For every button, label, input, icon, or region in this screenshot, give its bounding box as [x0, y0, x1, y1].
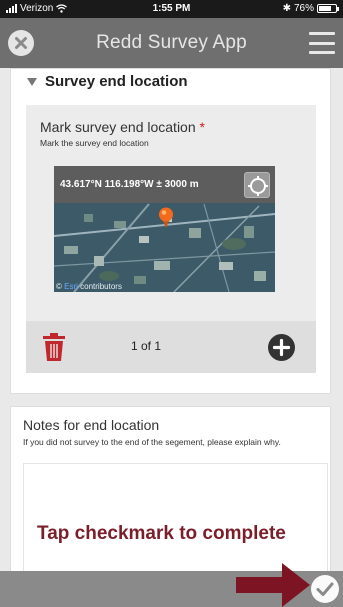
map-pin-icon — [159, 207, 173, 228]
page-indicator: 1 of 1 — [130, 339, 162, 353]
coordinate-readout: 43.617°N 116.198°W ± 3000 m — [60, 179, 199, 190]
submit-button[interactable] — [311, 575, 339, 603]
battery-percent: 76% — [293, 3, 314, 14]
instruction-caption: Tap checkmark to complete — [37, 523, 286, 544]
app-header: Redd Survey App — [0, 18, 343, 68]
form-scroll-area[interactable]: Survey end location Mark survey end loca… — [0, 68, 343, 571]
battery-fill — [319, 6, 332, 11]
required-marker: * — [199, 119, 205, 135]
coordinate-bar: 43.617°N 116.198°W ± 3000 m — [54, 166, 275, 203]
group-header[interactable]: Survey end location — [27, 73, 188, 90]
locate-crosshair-icon — [248, 176, 268, 196]
map-view[interactable]: 43.617°N 116.198°W ± 3000 m © Esri contr… — [54, 166, 275, 292]
pager-bar: 1 of 1 — [26, 321, 316, 373]
add-button[interactable] — [268, 334, 295, 361]
bluetooth-icon: ✱ — [282, 3, 291, 14]
notes-textarea[interactable] — [23, 463, 328, 571]
question-hint: Mark the survey end location — [40, 138, 149, 148]
app-title: Redd Survey App — [96, 32, 247, 53]
hamburger-menu-icon — [309, 32, 335, 35]
question-label: Mark survey end location * — [40, 119, 205, 135]
arrow-right-icon — [236, 563, 310, 607]
checkmark-icon — [316, 582, 334, 596]
notes-label: Notes for end location — [23, 417, 160, 433]
battery-icon — [317, 4, 339, 13]
caret-down-icon — [27, 77, 37, 86]
notes-hint: If you did not survey to the end of the … — [23, 437, 281, 447]
group-title: Survey end location — [45, 73, 188, 90]
status-bar: Verizon 1:55 PM ✱ 76% — [0, 0, 343, 18]
notes-question-card: Notes for end location If you did not su… — [10, 406, 331, 571]
map-attribution: © Esri contributors — [56, 282, 122, 291]
status-right-group: ✱ 76% — [282, 3, 339, 14]
plus-circle-icon — [272, 338, 291, 357]
locate-button[interactable] — [244, 172, 270, 198]
menu-button[interactable] — [309, 32, 335, 54]
